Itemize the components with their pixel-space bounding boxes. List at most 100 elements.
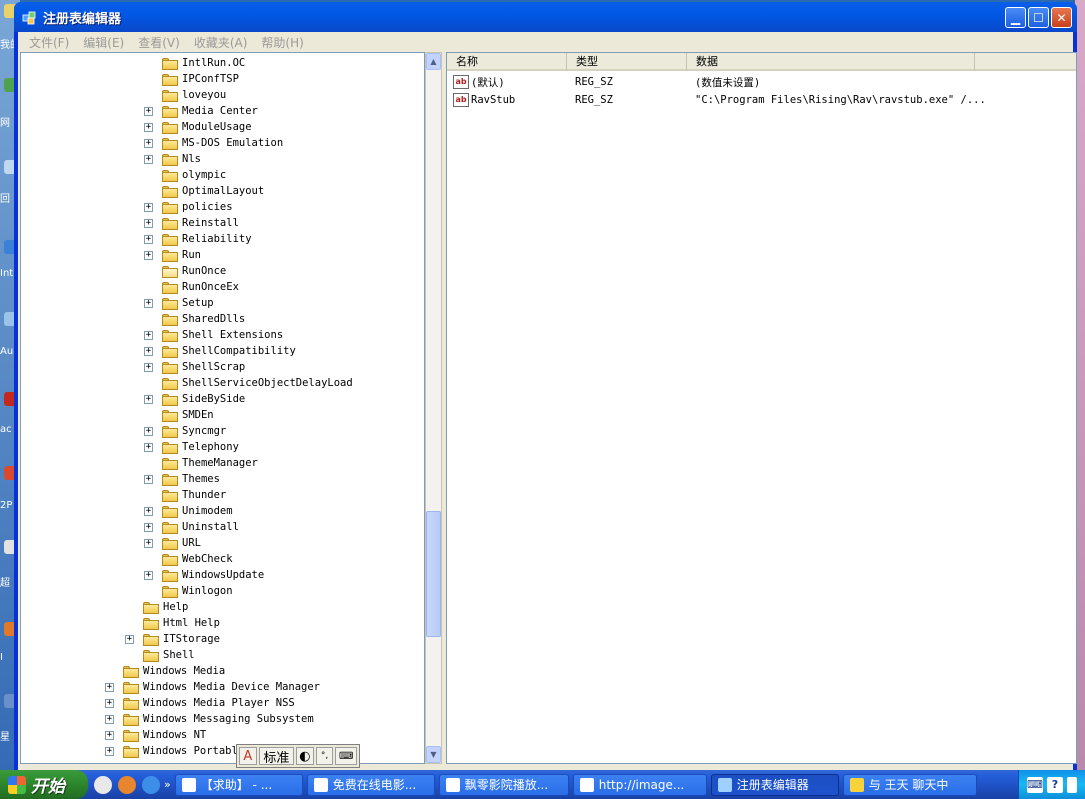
expand-icon[interactable]: + xyxy=(144,219,153,228)
task-button[interactable]: 飘零影院播放... xyxy=(438,773,569,796)
task-button-active[interactable]: 注册表编辑器 xyxy=(710,773,839,796)
tree-node[interactable]: Thunder xyxy=(21,488,424,504)
task-button[interactable]: 【求助】 - ... xyxy=(174,773,303,796)
menu-file[interactable]: 文件(F) xyxy=(22,34,76,51)
expand-icon[interactable]: + xyxy=(144,203,153,212)
expand-icon[interactable]: + xyxy=(144,395,153,404)
expand-icon[interactable]: + xyxy=(144,331,153,340)
tree-node[interactable]: + WindowsUpdate xyxy=(21,568,424,584)
tree-node[interactable]: + URL xyxy=(21,536,424,552)
tree-scrollbar[interactable]: ▲ ▼ xyxy=(425,52,442,764)
tree-node[interactable]: + MS-DOS Emulation xyxy=(21,136,424,152)
tree-node[interactable]: + Reliability xyxy=(21,232,424,248)
firefox-icon[interactable] xyxy=(118,775,136,794)
tree-node[interactable]: + ModuleUsage xyxy=(21,120,424,136)
column-type[interactable]: 类型 xyxy=(567,53,687,71)
tree-node[interactable]: RunOnceEx xyxy=(21,280,424,296)
expand-icon[interactable]: + xyxy=(144,107,153,116)
task-button[interactable]: 与 王天 聊天中 xyxy=(842,773,977,796)
tree-node[interactable]: + Syncmgr xyxy=(21,424,424,440)
expand-icon[interactable]: + xyxy=(144,571,153,580)
tree-node[interactable]: Shell xyxy=(21,648,424,664)
tree-node[interactable]: + Run xyxy=(21,248,424,264)
tree-node[interactable]: SharedDlls xyxy=(21,312,424,328)
tree-node[interactable]: + Windows Portable xyxy=(21,744,424,760)
tree-node[interactable]: + Windows Media Device Manager xyxy=(21,680,424,696)
value-row[interactable]: ab (默认) REG_SZ (数值未设置) xyxy=(453,73,760,91)
tree-node[interactable]: + Setup xyxy=(21,296,424,312)
tree-node[interactable]: + Telephony xyxy=(21,440,424,456)
tree-node[interactable]: + Unimodem xyxy=(21,504,424,520)
tree-node[interactable]: SMDEn xyxy=(21,408,424,424)
tree-node[interactable]: ThemeManager xyxy=(21,456,424,472)
expand-icon[interactable]: + xyxy=(125,635,134,644)
expand-icon[interactable]: + xyxy=(144,507,153,516)
value-row[interactable]: ab RavStub REG_SZ "C:\Program Files\Risi… xyxy=(453,91,986,109)
tree-node[interactable]: + Windows Media Player NSS xyxy=(21,696,424,712)
menu-view[interactable]: 查看(V) xyxy=(131,34,187,51)
tree-node[interactable]: + ShellScrap xyxy=(21,360,424,376)
expand-icon[interactable]: + xyxy=(105,715,114,724)
expand-icon[interactable]: + xyxy=(105,731,114,740)
tree-node[interactable]: + Windows NT xyxy=(21,728,424,744)
tree-node[interactable]: RunOnce xyxy=(21,264,424,280)
expand-icon[interactable]: + xyxy=(144,443,153,452)
minimize-button[interactable]: ▁ xyxy=(1005,7,1026,28)
tree-node[interactable]: + Shell Extensions xyxy=(21,328,424,344)
menu-favorites[interactable]: 收藏夹(A) xyxy=(187,34,255,51)
expand-icon[interactable]: + xyxy=(144,299,153,308)
tree-node[interactable]: + ITStorage xyxy=(21,632,424,648)
expand-icon[interactable]: + xyxy=(144,251,153,260)
tree-node[interactable]: loveyou xyxy=(21,88,424,104)
tree-node[interactable]: + Windows Messaging Subsystem xyxy=(21,712,424,728)
tree-node[interactable]: OptimalLayout xyxy=(21,184,424,200)
column-data[interactable]: 数据 xyxy=(687,53,975,71)
close-button[interactable]: ✕ xyxy=(1051,7,1072,28)
tree-node[interactable]: + Media Center xyxy=(21,104,424,120)
task-button[interactable]: http://image... xyxy=(572,773,707,796)
tree-node[interactable]: IPConfTSP xyxy=(21,72,424,88)
keyboard-icon[interactable]: ⌨ xyxy=(1027,776,1043,793)
expand-icon[interactable]: + xyxy=(105,699,114,708)
tree-node[interactable]: olympic xyxy=(21,168,424,184)
tree-node[interactable]: ShellServiceObjectDelayLoad xyxy=(21,376,424,392)
tree-node[interactable]: + ShellCompatibility xyxy=(21,344,424,360)
expand-icon[interactable]: + xyxy=(144,427,153,436)
tree-node[interactable]: + SideBySide xyxy=(21,392,424,408)
help-icon[interactable]: ? xyxy=(1047,776,1063,793)
tree-node[interactable]: WebCheck xyxy=(21,552,424,568)
expand-icon[interactable]: + xyxy=(144,155,153,164)
title-bar[interactable]: 注册表编辑器 ▁ ☐ ✕ xyxy=(14,2,1077,32)
expand-icon[interactable]: + xyxy=(144,363,153,372)
menu-help[interactable]: 帮助(H) xyxy=(254,34,310,51)
expand-icon[interactable]: + xyxy=(144,523,153,532)
ime-keyboard-icon[interactable]: ⌨ xyxy=(335,747,357,765)
expand-icon[interactable]: + xyxy=(144,539,153,548)
tree-node[interactable]: + Uninstall xyxy=(21,520,424,536)
expand-icon[interactable]: + xyxy=(144,123,153,132)
media-player-icon[interactable] xyxy=(94,775,112,794)
expand-icon[interactable]: + xyxy=(144,475,153,484)
scroll-thumb[interactable] xyxy=(426,511,441,637)
menu-edit[interactable]: 编辑(E) xyxy=(76,34,131,51)
ime-punct-icon[interactable]: °, xyxy=(315,747,334,765)
tree-node[interactable]: IntlRun.OC xyxy=(21,56,424,72)
expand-icon[interactable]: + xyxy=(144,347,153,356)
expand-icon[interactable]: + xyxy=(144,235,153,244)
tray-more-icon[interactable] xyxy=(1067,776,1077,793)
column-name[interactable]: 名称 xyxy=(447,53,567,71)
tree-node[interactable]: Windows Media xyxy=(21,664,424,680)
ime-toolbar[interactable]: A 标准 ◐ °, ⌨ xyxy=(236,744,360,768)
quicklaunch-more-icon[interactable]: » xyxy=(164,778,171,791)
scroll-down-button[interactable]: ▼ xyxy=(426,746,441,763)
tree-node[interactable]: + policies xyxy=(21,200,424,216)
tree-node[interactable]: Winlogon xyxy=(21,584,424,600)
expand-icon[interactable]: + xyxy=(105,683,114,692)
tree-node[interactable]: + Themes xyxy=(21,472,424,488)
tree-node[interactable]: Html Help xyxy=(21,616,424,632)
maximize-button[interactable]: ☐ xyxy=(1028,7,1049,28)
ie-icon[interactable] xyxy=(142,775,160,794)
tree-node[interactable]: Help xyxy=(21,600,424,616)
ime-moon-icon[interactable]: ◐ xyxy=(296,747,314,765)
value-list[interactable]: 名称 类型 数据 ab (默认) REG_SZ (数值未设置) ab RavSt… xyxy=(446,52,1077,764)
